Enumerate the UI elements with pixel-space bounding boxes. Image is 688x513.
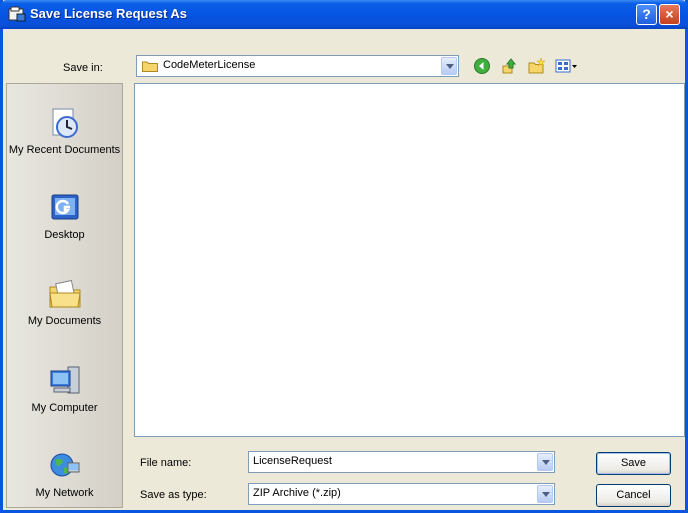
chevron-down-icon[interactable] (537, 453, 553, 471)
help-button[interactable]: ? (636, 4, 657, 25)
app-icon (8, 6, 26, 22)
place-recent-documents[interactable]: My Recent Documents (7, 106, 122, 157)
my-network-icon (50, 453, 79, 477)
new-folder-icon[interactable] (528, 57, 546, 75)
save-as-type-value: ZIP Archive (*.zip) (253, 487, 341, 499)
save-dialog: Save License Request As ? × Save in: Cod… (0, 0, 688, 513)
place-label: My Network (35, 487, 94, 499)
place-my-computer[interactable]: My Computer (7, 364, 122, 415)
desktop-icon (51, 194, 78, 220)
save-in-value: CodeMeterLicense (163, 59, 256, 71)
chevron-down-icon[interactable] (441, 57, 457, 75)
place-my-documents[interactable]: My Documents (7, 277, 122, 328)
save-as-type-dropdown[interactable]: ZIP Archive (*.zip) (248, 483, 555, 505)
view-menu-icon[interactable] (555, 57, 579, 75)
file-list[interactable] (134, 83, 685, 437)
place-label: Desktop (44, 229, 85, 241)
place-label: My Documents (27, 315, 102, 327)
folder-icon (142, 61, 158, 72)
recent-documents-icon (52, 108, 78, 138)
save-in-dropdown[interactable]: CodeMeterLicense (136, 55, 459, 77)
chevron-down-icon[interactable] (537, 485, 553, 503)
cancel-button[interactable]: Cancel (596, 484, 671, 507)
file-name-label: File name: (140, 457, 192, 469)
close-button[interactable]: × (659, 4, 680, 25)
place-label: My Computer (31, 402, 98, 414)
place-label: My Recent Documents (8, 144, 121, 156)
my-computer-icon (50, 366, 79, 394)
title-bar[interactable]: Save License Request As ? × (0, 0, 688, 29)
save-in-label: Save in: (63, 62, 103, 74)
save-as-type-label: Save as type: (140, 489, 207, 501)
my-documents-icon (48, 279, 81, 308)
up-folder-icon[interactable] (500, 57, 518, 75)
places-bar: My Recent Documents Desktop My Documents (6, 83, 123, 508)
place-my-network[interactable]: My Network (7, 449, 122, 500)
back-icon[interactable] (473, 57, 491, 75)
window-title: Save License Request As (30, 6, 188, 21)
place-desktop[interactable]: Desktop (7, 191, 122, 242)
file-name-field[interactable]: LicenseRequest (248, 451, 555, 473)
file-name-value: LicenseRequest (253, 455, 332, 467)
save-button[interactable]: Save (596, 452, 671, 475)
